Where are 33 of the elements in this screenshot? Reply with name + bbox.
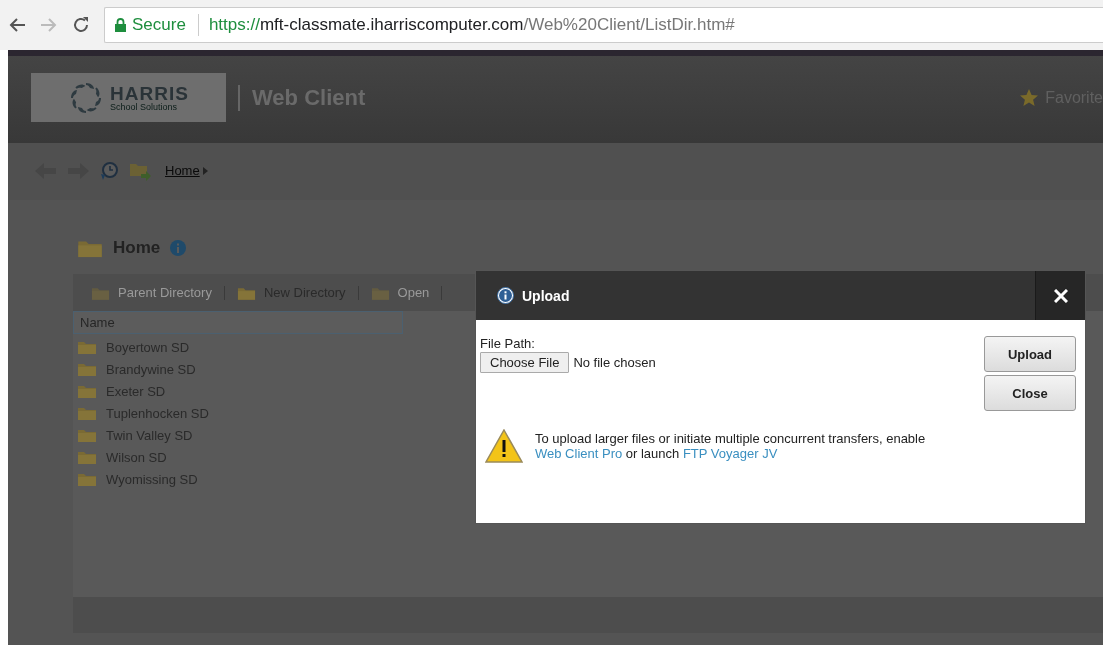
breadcrumb-link[interactable]: Home <box>165 163 208 178</box>
logo-title: HARRIS <box>110 83 189 103</box>
url-text[interactable]: https://mft-classmate.iharriscomputer.com/Web%20Client/ListDir.htm# <box>208 15 735 35</box>
folder-icon <box>77 427 97 443</box>
folder-icon <box>77 361 97 377</box>
reload-icon[interactable] <box>72 16 90 34</box>
close-button[interactable] <box>1035 271 1085 320</box>
field-label: File Path: <box>480 336 535 351</box>
star-icon <box>1019 88 1040 107</box>
folder-icon <box>77 383 97 399</box>
notice-link[interactable]: FTP Voyager JV <box>682 446 778 461</box>
choose-file-button[interactable]: Choose File <box>480 352 570 373</box>
folder-icon <box>77 405 97 421</box>
folder-icon <box>77 339 97 355</box>
notice-link[interactable]: Web Client Pro <box>535 446 623 461</box>
folder-icon <box>77 471 97 487</box>
warning-icon <box>485 429 523 463</box>
info-icon <box>497 287 514 304</box>
close-icon <box>1053 288 1068 303</box>
dialog-button[interactable]: Close <box>984 375 1076 411</box>
caret-icon <box>202 166 208 175</box>
folder-icon <box>77 449 97 465</box>
info-icon[interactable] <box>170 240 187 256</box>
back-icon[interactable] <box>8 16 26 34</box>
secure-label: Secure <box>132 15 186 35</box>
dialog-title: Upload <box>522 287 570 304</box>
forward-icon[interactable] <box>40 16 58 34</box>
lock-icon <box>115 18 126 32</box>
logo-subtitle: School Solutions <box>110 102 179 112</box>
dialog-button[interactable]: Upload <box>984 336 1076 372</box>
notice-text: To upload larger files or initiate multiple concurrent transfers, enable Web Client Pro or launch FTP Voyager JV <box>535 431 927 461</box>
file-status: No file chosen <box>573 355 656 370</box>
history-icon[interactable] <box>99 160 119 181</box>
